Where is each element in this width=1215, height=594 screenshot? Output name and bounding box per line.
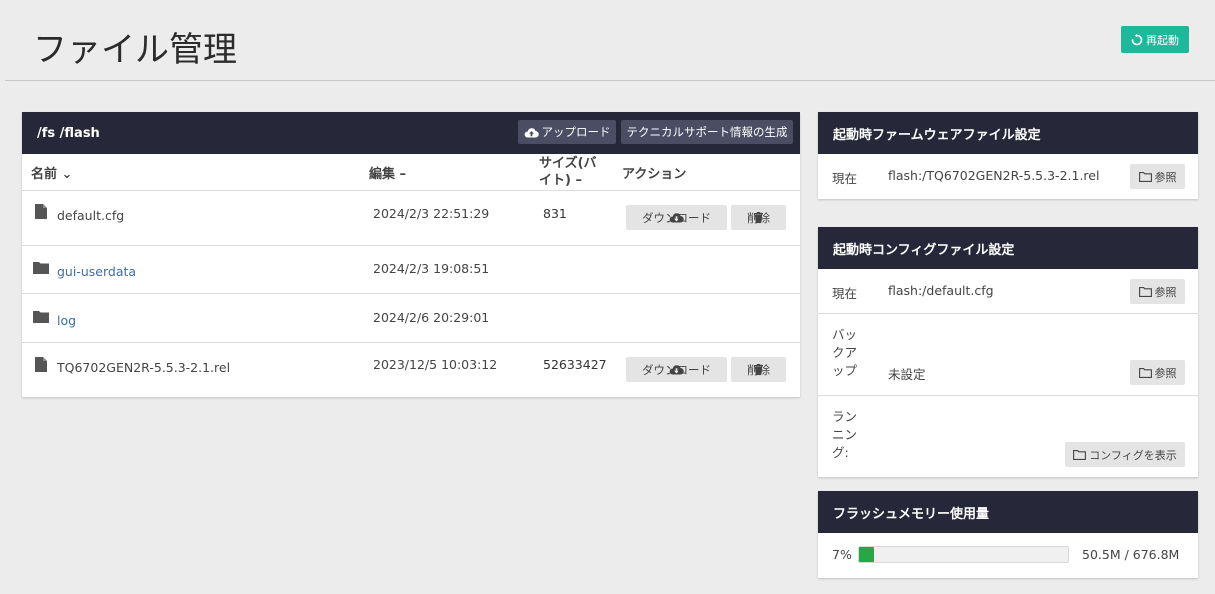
- download-label: ダウンロード: [642, 362, 711, 377]
- backup-label-line: クア: [832, 345, 858, 360]
- col-name[interactable]: 名前 ⌄: [31, 163, 72, 182]
- config-backup-row: バッ クア ップ 未設定 参照: [818, 314, 1198, 396]
- config-running-label: ラン ニン グ:: [832, 408, 857, 462]
- delete-button[interactable]: 削除: [731, 357, 786, 382]
- memory-progress-bar: [858, 546, 1069, 563]
- folder-open-icon: [1138, 367, 1152, 378]
- folder-open-icon: [1138, 171, 1152, 182]
- firmware-browse-button[interactable]: 参照: [1130, 164, 1185, 189]
- upload-button[interactable]: アップロード: [518, 120, 616, 144]
- file-row: gui-userdata 2024/2/3 19:08:51: [22, 246, 800, 294]
- col-name-label: 名前: [31, 167, 58, 182]
- restart-button[interactable]: 再起動: [1121, 26, 1189, 53]
- upload-label: アップロード: [541, 125, 611, 139]
- config-running-row: ラン ニン グ: コンフィグを表示: [818, 396, 1198, 477]
- file-row: log 2024/2/6 20:29:01: [22, 294, 800, 343]
- firmware-browse-label: 参照: [1154, 170, 1177, 184]
- folder-name-link[interactable]: gui-userdata: [57, 264, 136, 279]
- file-row: TQ6702GEN2R-5.5.3-2.1.rel 2023/12/5 10:0…: [22, 343, 800, 397]
- techsupport-label: テクニカルサポート情報の生成: [626, 125, 788, 139]
- config-current-row: 現在 flash:/default.cfg 参照: [818, 269, 1198, 314]
- sort-dash-icon: –: [575, 173, 582, 188]
- memory-usage-text: 50.5M / 676.8M: [1082, 547, 1180, 562]
- running-label-line: グ:: [832, 445, 849, 460]
- file-list-panel: /fs /flash アップロード テクニカルサポート情報の生成 名前 ⌄ 編集…: [22, 112, 800, 397]
- config-backup-label: バッ クア ップ: [832, 326, 857, 380]
- folder-icon: [33, 262, 49, 274]
- backup-browse-label: 参照: [1154, 366, 1177, 380]
- firmware-current-row: 現在 flash:/TQ6702GEN2R-5.5.3-2.1.rel 参照: [818, 154, 1198, 199]
- file-date: 2023/12/5 10:03:12: [373, 357, 498, 372]
- delete-button[interactable]: 削除: [731, 205, 786, 230]
- config-browse-button[interactable]: 参照: [1130, 279, 1185, 304]
- col-size[interactable]: サイズ(バイト) –: [539, 155, 597, 189]
- file-date: 2024/2/6 20:29:01: [373, 310, 490, 325]
- config-panel: 起動時コンフィグファイル設定 現在 flash:/default.cfg 参照 …: [818, 227, 1198, 477]
- cloud-upload-icon: [524, 127, 539, 137]
- memory-percent: 7%: [832, 547, 852, 562]
- config-backup-value: 未設定: [888, 367, 926, 382]
- folder-open-icon: [1138, 286, 1152, 297]
- current-path: /fs /flash: [37, 125, 100, 141]
- file-table-header: 名前 ⌄ 編集 – サイズ(バイト) – アクション: [22, 154, 800, 191]
- file-icon: [35, 204, 47, 219]
- flash-memory-panel: フラッシュメモリー使用量 7% 50.5M / 676.8M: [818, 491, 1198, 578]
- running-label-line: ラン: [832, 409, 858, 424]
- memory-progress-fill: [859, 547, 874, 562]
- download-button[interactable]: ダウンロード: [626, 357, 727, 382]
- firmware-panel-title: 起動時ファームウェアファイル設定: [818, 112, 1198, 154]
- backup-browse-button[interactable]: 参照: [1130, 360, 1185, 385]
- firmware-panel: 起動時ファームウェアファイル設定 現在 flash:/TQ6702GEN2R-5…: [818, 112, 1198, 199]
- config-browse-label: 参照: [1154, 285, 1177, 299]
- file-panel-header: /fs /flash アップロード テクニカルサポート情報の生成: [22, 112, 800, 154]
- backup-label-line: バッ: [832, 327, 858, 342]
- file-row: default.cfg 2024/2/3 22:51:29 831 ダウンロード…: [22, 191, 800, 246]
- config-current-value: flash:/default.cfg: [888, 283, 994, 298]
- config-panel-title: 起動時コンフィグファイル設定: [818, 227, 1198, 269]
- file-name[interactable]: default.cfg: [57, 208, 124, 223]
- col-size-label-2: イト): [539, 173, 571, 188]
- file-size: 831: [543, 206, 567, 221]
- file-date: 2024/2/3 19:08:51: [373, 261, 490, 276]
- techsupport-button[interactable]: テクニカルサポート情報の生成: [621, 120, 793, 144]
- file-icon: [35, 357, 47, 372]
- running-label-line: ニン: [832, 427, 858, 442]
- firmware-current-value: flash:/TQ6702GEN2R-5.5.3-2.1.rel: [888, 168, 1100, 183]
- flash-memory-row: 7% 50.5M / 676.8M: [818, 533, 1198, 578]
- chevron-down-icon: ⌄: [61, 167, 73, 182]
- col-size-label-1: サイズ(バ: [539, 156, 597, 171]
- firmware-current-label: 現在: [832, 171, 858, 186]
- download-label: ダウンロード: [642, 210, 711, 225]
- delete-label: 削除: [747, 362, 770, 377]
- show-config-label: コンフィグを表示: [1089, 448, 1177, 462]
- col-edited[interactable]: 編集 –: [369, 163, 406, 182]
- file-name[interactable]: TQ6702GEN2R-5.5.3-2.1.rel: [57, 360, 230, 375]
- sort-dash-icon: –: [399, 167, 407, 182]
- flash-memory-title: フラッシュメモリー使用量: [818, 491, 1198, 533]
- col-edited-label: 編集: [369, 167, 396, 182]
- folder-icon: [33, 311, 49, 323]
- backup-label-line: ップ: [832, 363, 858, 378]
- show-config-button[interactable]: コンフィグを表示: [1065, 442, 1185, 467]
- folder-name-link[interactable]: log: [57, 313, 76, 328]
- config-current-label: 現在: [832, 286, 858, 301]
- page-title: ファイル管理: [33, 30, 237, 70]
- folder-open-icon: [1073, 449, 1087, 460]
- col-action: アクション: [622, 167, 687, 182]
- header-divider: [5, 80, 1215, 81]
- restart-icon: [1131, 33, 1143, 45]
- delete-label: 削除: [747, 210, 770, 225]
- file-size: 52633427: [543, 357, 607, 372]
- file-date: 2024/2/3 22:51:29: [373, 206, 490, 221]
- restart-label: 再起動: [1146, 33, 1179, 47]
- download-button[interactable]: ダウンロード: [626, 205, 727, 230]
